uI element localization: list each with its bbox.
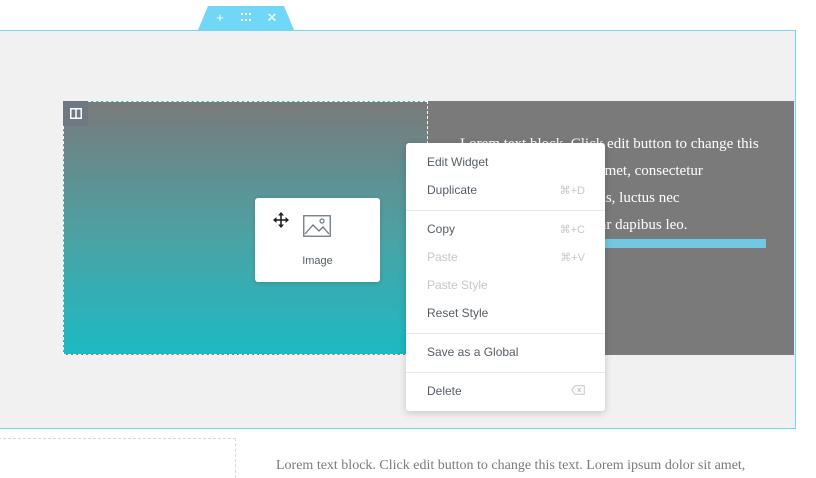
image-widget-drag-card[interactable]: Image	[255, 198, 380, 282]
image-icon	[303, 215, 331, 242]
image-widget-label: Image	[302, 255, 333, 267]
column-layout-icon[interactable]	[63, 101, 88, 126]
menu-divider	[406, 372, 605, 373]
drag-grid-icon[interactable]	[239, 6, 253, 30]
menu-item-save-global[interactable]: Save as a Global	[427, 342, 585, 362]
menu-item-paste-style: Paste Style	[427, 278, 488, 292]
bottom-text-block[interactable]: Lorem text block. Click edit button to c…	[276, 458, 816, 474]
menu-divider	[406, 333, 605, 334]
menu-item-paste: Paste ⌘+V	[427, 250, 585, 264]
menu-item-edit-widget[interactable]: Edit Widget	[427, 152, 585, 172]
section-handle: + ✕	[198, 6, 294, 30]
plus-icon[interactable]: +	[213, 6, 227, 30]
move-cursor-icon	[273, 212, 289, 233]
backspace-icon	[571, 384, 585, 398]
shortcut-label: ⌘+C	[559, 223, 585, 236]
divider-widget[interactable]	[592, 239, 766, 248]
bottom-column[interactable]	[0, 438, 236, 478]
shortcut-label: ⌘+D	[559, 184, 585, 197]
menu-item-delete[interactable]: Delete	[427, 381, 585, 401]
context-menu: Edit Widget Duplicate ⌘+D Copy ⌘+C Paste…	[406, 143, 605, 411]
close-icon[interactable]: ✕	[265, 6, 279, 30]
shortcut-label: ⌘+V	[560, 251, 585, 264]
menu-item-duplicate[interactable]: Duplicate ⌘+D	[427, 180, 585, 200]
menu-item-copy[interactable]: Copy ⌘+C	[427, 219, 585, 239]
menu-item-reset-style[interactable]: Reset Style	[427, 303, 585, 323]
menu-divider	[406, 210, 605, 211]
